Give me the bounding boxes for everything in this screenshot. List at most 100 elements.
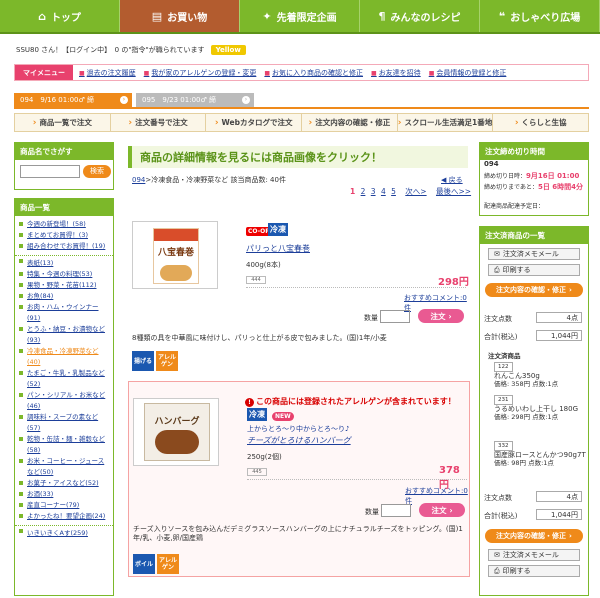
- list-item[interactable]: お魚(84): [15, 291, 113, 302]
- item-price: 価格: 98円: [494, 459, 527, 467]
- subnav-list-order[interactable]: 商品一覧で注文: [15, 114, 111, 131]
- chat-icon: ❝: [498, 9, 506, 23]
- list-item[interactable]: パン・シリアル・お米など(46): [15, 390, 113, 412]
- memo-mail-button[interactable]: ✉ 注文済メモメール: [488, 248, 580, 260]
- page-link[interactable]: 2: [361, 187, 366, 196]
- item-points: 点数:1点: [528, 459, 554, 467]
- nav-top[interactable]: ⌂ トップ: [0, 0, 120, 32]
- quantity-input[interactable]: [380, 310, 410, 323]
- list-item[interactable]: よかったね！要望企画(24): [15, 511, 113, 522]
- order-button[interactable]: 注文 ›: [419, 503, 465, 517]
- back-link[interactable]: ◀ 戻る: [441, 175, 463, 185]
- deadline-box: 注文締め切り時間 094 締め切り日時：9月16日 01:00 締め切りまであと…: [479, 142, 589, 216]
- sub-navigation: 商品一覧で注文 注文番号で注文 Webカタログで注文 注文内容の確認・修正 スク…: [14, 113, 589, 132]
- total-label: 合計(税込): [484, 512, 518, 520]
- new-tag: NEW: [272, 412, 294, 421]
- list-item[interactable]: いきいきくAす(259): [15, 525, 113, 539]
- boil-badge: ボイル: [133, 554, 155, 574]
- list-item[interactable]: 特集・今週の料理(53): [15, 269, 113, 280]
- search-input[interactable]: [20, 165, 80, 178]
- subnav-confirm-order[interactable]: 注文内容の確認・修正: [302, 114, 398, 131]
- list-item[interactable]: 今週の新登場！(58): [15, 219, 113, 230]
- page-link[interactable]: 3: [371, 187, 376, 196]
- package-food: [155, 430, 199, 454]
- deadline-number: 094: [484, 160, 499, 168]
- order-button[interactable]: 注文 ›: [418, 309, 464, 323]
- subnav-web-catalog[interactable]: Webカタログで注文: [206, 114, 303, 131]
- frozen-tag: 冷凍: [268, 223, 288, 236]
- page-link[interactable]: 5: [391, 187, 396, 196]
- list-item[interactable]: 表紙(13): [15, 255, 113, 269]
- product-size: 250g(2個): [247, 453, 282, 461]
- product-name[interactable]: チーズがとろけるハンバーグ: [247, 435, 351, 446]
- list-item[interactable]: まとめてお買得！(3): [15, 230, 113, 241]
- package-label: 八宝春巻: [157, 248, 194, 258]
- product-price: 298円: [438, 277, 469, 288]
- list-item[interactable]: 乾物・缶詰・麺・雑穀など(58): [15, 434, 113, 456]
- product-size: 400g(8本): [246, 261, 281, 269]
- item-price: 価格: 298円: [494, 413, 531, 421]
- list-item[interactable]: 調味料・スープの素など(57): [15, 412, 113, 434]
- deadline-title: 注文締め切り時間: [480, 143, 588, 160]
- allergen-warning: ! この商品には登録されたアレルゲンが含まれています！: [245, 396, 456, 407]
- print-button[interactable]: ⎙ 印刷する: [488, 565, 580, 577]
- nav-chat[interactable]: ❝ おしゃべり広場: [480, 0, 600, 32]
- divider: [247, 479, 467, 480]
- list-item[interactable]: たまご・牛乳・乳製品など(52): [15, 368, 113, 390]
- list-item: 231 うるめいわし上干し 180G 価格: 298円 点数:1点: [494, 395, 586, 421]
- menu-favorites[interactable]: お気に入り商品の確認と修正: [264, 68, 363, 78]
- menu-order-history[interactable]: 過去の注文履歴: [79, 68, 136, 78]
- mail-icon: ✉: [494, 551, 500, 559]
- tab-094[interactable]: 094 9/16 01:00♂ 締 ›: [14, 93, 132, 107]
- product-catch: 上からとろ〜り中からとろ〜り♪: [247, 425, 350, 433]
- list-item[interactable]: お菓子・アイスなど(52): [15, 478, 113, 489]
- product-package: 八宝春巻: [153, 228, 199, 284]
- item-name: 国産豚ロースとんかつ90g7T: [494, 451, 586, 459]
- page-next[interactable]: 次へ>: [405, 187, 426, 196]
- menu-invite[interactable]: お友達を招待: [371, 68, 421, 78]
- subnav-number-order[interactable]: 注文番号で注文: [111, 114, 207, 131]
- page-last[interactable]: 最後へ>>: [436, 187, 471, 196]
- menu-allergen[interactable]: 我が家のアレルゲンの登録・変更: [144, 68, 256, 78]
- confirm-order-button[interactable]: 注文内容の確認・修正 ›: [485, 529, 583, 543]
- list-item[interactable]: お酒(33): [15, 489, 113, 500]
- memo-mail-button[interactable]: ✉ 注文済メモメール: [488, 549, 580, 561]
- product-image[interactable]: ハンバーグ: [133, 398, 219, 466]
- nav-shopping[interactable]: ▤ お買い物: [120, 0, 240, 32]
- printer-icon: ⎙: [494, 265, 500, 274]
- category-list: 商品一覧 今週の新登場！(58) まとめてお買得！(3) 組み合わせでお買得！(…: [14, 198, 114, 596]
- quantity-input[interactable]: [381, 504, 411, 517]
- breadcrumb-link[interactable]: 094: [132, 176, 145, 184]
- list-item[interactable]: お米・コーヒー・ジュースなど(50): [15, 456, 113, 478]
- arrow-right-icon: ›: [120, 96, 128, 104]
- product-image[interactable]: 八宝春巻: [132, 221, 218, 289]
- ordered-list-title: 注文済商品: [488, 352, 521, 360]
- total-value: 1,044円: [536, 330, 582, 341]
- confirm-order-button[interactable]: 注文内容の確認・修正 ›: [485, 283, 583, 297]
- product-name[interactable]: パリっと八宝春巻: [246, 243, 310, 254]
- page-link[interactable]: 4: [381, 187, 386, 196]
- tab-095[interactable]: 095 9/23 01:00♂ 締 ›: [136, 93, 254, 107]
- my-menu-label: マイメニュー: [15, 65, 73, 80]
- allergen-badge: アレルゲン: [156, 351, 178, 371]
- print-button[interactable]: ⎙ 印刷する: [488, 264, 580, 276]
- list-item[interactable]: 果物・野菜・花苗(112): [15, 280, 113, 291]
- list-item-current[interactable]: 冷凍食品・冷凍野菜など(40): [15, 346, 113, 368]
- list-item[interactable]: とうふ・納豆・お漬物など(93): [15, 324, 113, 346]
- deadline-date: 締め切り日時：9月16日 01:00: [484, 172, 580, 180]
- nav-recipe[interactable]: ¶ みんなのレシピ: [360, 0, 480, 32]
- yellow-badge[interactable]: Yellow: [210, 45, 246, 55]
- count-value: 4点: [536, 312, 582, 323]
- subnav-life[interactable]: くらしと生協: [493, 114, 588, 131]
- list-item[interactable]: 組み合わせでお買得！(19): [15, 241, 113, 252]
- nav-limited[interactable]: ✦ 先着限定企画: [240, 0, 360, 32]
- list-item[interactable]: 産直コーナー(79): [15, 500, 113, 511]
- list-item[interactable]: お肉・ハム・ウインナー(91): [15, 302, 113, 324]
- delivery-date: 配達商品配達予定日：: [484, 203, 545, 210]
- search-button[interactable]: 検索: [83, 165, 111, 178]
- subnav-scroll[interactable]: スクロール生活満足1番地: [398, 114, 494, 131]
- product-description: 8種類の具を中華風に味付けし、パリっと仕上がる皮で包みました。(国)1年/小麦: [132, 334, 387, 342]
- total-label: 合計(税込): [484, 333, 518, 341]
- menu-member-info[interactable]: 会員情報の登録と修正: [429, 68, 506, 78]
- arrow-right-icon: ›: [242, 96, 250, 104]
